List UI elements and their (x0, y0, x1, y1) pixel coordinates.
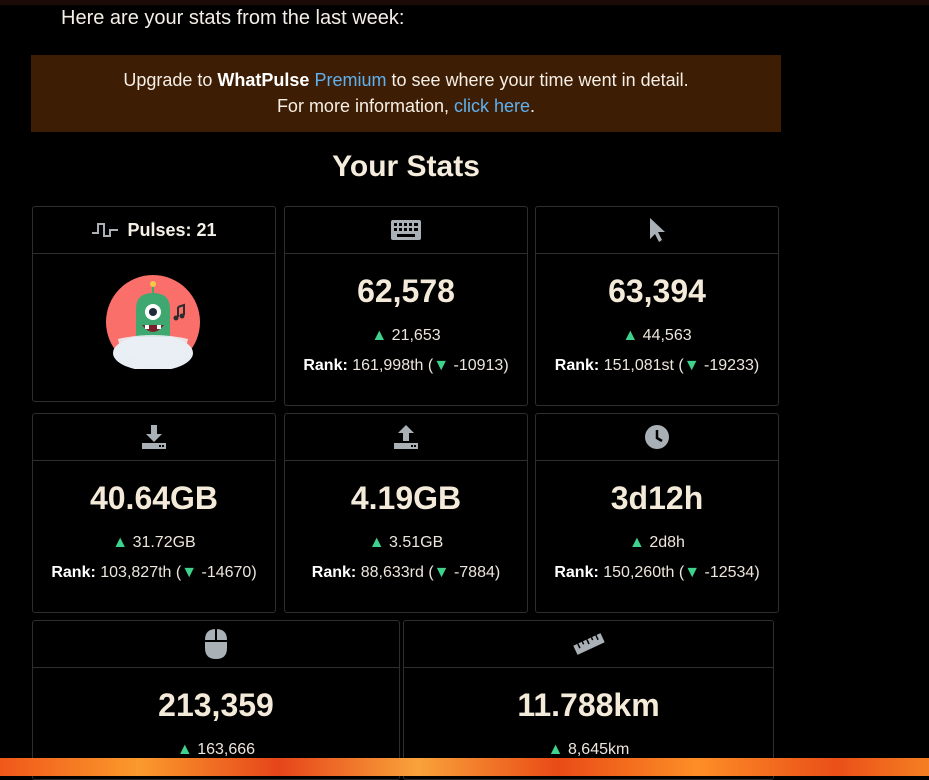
clicks-rank-value: 151,081st ( (603, 357, 684, 374)
upload-icon (394, 425, 418, 449)
upload-card: 4.19GB ▲ 3.51GB Rank: 88,633rd (▼ -7884) (284, 413, 528, 613)
click-here-link[interactable]: click here (454, 96, 530, 116)
banner-line2-suffix: . (530, 96, 536, 116)
avatar (106, 275, 200, 369)
cursor-icon (650, 218, 665, 242)
download-rank: Rank: 103,827th (▼ -14670) (33, 564, 275, 582)
rank-label: Rank: (554, 564, 599, 581)
upload-card-header (285, 414, 527, 461)
upload-delta: ▲ 3.51GB (285, 534, 527, 552)
download-card: 40.64GB ▲ 31.72GB Rank: 103,827th (▼ -14… (32, 413, 276, 613)
distance-value: 11.788km (517, 687, 660, 723)
premium-link[interactable]: Premium (314, 70, 386, 90)
up-arrow-icon: ▲ (622, 327, 639, 344)
clicks-rank: Rank: 151,081st (▼ -19233) (536, 357, 778, 375)
keys-card: 62,578 ▲ 21,653 Rank: 161,998th (▼ -1091… (284, 206, 528, 406)
download-rank-delta: -14670) (201, 564, 257, 581)
down-arrow-icon: ▼ (684, 564, 701, 581)
keys-rank-value: 161,998th ( (352, 357, 434, 374)
fire-footer (0, 758, 929, 776)
clicks-value: 63,394 (608, 273, 706, 309)
keys-value: 62,578 (357, 273, 455, 309)
premium-banner: Upgrade to WhatPulse Premium to see wher… (31, 55, 781, 132)
keys-delta: ▲ 21,653 (285, 327, 527, 345)
distance-delta: ▲ 8,645km (404, 741, 773, 759)
scrolls-value: 213,359 (158, 687, 274, 723)
down-arrow-icon: ▼ (433, 564, 450, 581)
up-arrow-icon: ▲ (112, 534, 129, 551)
clicks-card: 63,394 ▲ 44,563 Rank: 151,081st (▼ -1923… (535, 206, 779, 406)
rank-label: Rank: (51, 564, 96, 581)
clicks-rank-delta: -19233) (704, 357, 760, 374)
scrolls-delta: ▲ 163,666 (33, 741, 399, 759)
download-delta-value: 31.72GB (132, 534, 196, 551)
up-arrow-icon: ▲ (547, 741, 564, 758)
intro-text: Here are your stats from the last week: (61, 7, 405, 29)
top-divider (0, 0, 929, 5)
clicks-delta-value: 44,563 (642, 327, 692, 344)
mouse-icon (205, 629, 227, 659)
upload-rank-value: 88,633rd ( (360, 564, 434, 581)
upload-rank: Rank: 88,633rd (▼ -7884) (285, 564, 527, 582)
uptime-card-header (536, 414, 778, 461)
rank-label: Rank: (311, 564, 357, 581)
upload-rank-delta: -7884) (453, 564, 501, 581)
uptime-delta: ▲ 2d8h (536, 534, 778, 552)
uptime-value: 3d12h (610, 480, 704, 516)
down-arrow-icon: ▼ (433, 357, 450, 374)
distance-card-header (404, 621, 773, 668)
up-arrow-icon: ▲ (368, 534, 385, 551)
pulses-card: Pulses: 21 (32, 206, 276, 402)
uptime-delta-value: 2d8h (649, 534, 685, 551)
scrolls-delta-value: 163,666 (197, 741, 256, 758)
uptime-rank-value: 150,260th ( (603, 564, 685, 581)
down-arrow-icon: ▼ (683, 357, 700, 374)
uptime-card: 3d12h ▲ 2d8h Rank: 150,260th (▼ -12534) (535, 413, 779, 613)
keys-rank-delta: -10913) (453, 357, 509, 374)
banner-line-1: Upgrade to WhatPulse Premium to see wher… (31, 67, 781, 93)
ruler-icon (572, 633, 605, 655)
download-value: 40.64GB (89, 480, 219, 516)
brand-name: WhatPulse (217, 70, 310, 90)
keys-card-header (285, 207, 527, 254)
down-arrow-icon: ▼ (181, 564, 198, 581)
download-card-header (33, 414, 275, 461)
banner-line2-prefix: For more information, (276, 96, 454, 116)
scrolls-card: 213,359 ▲ 163,666 (32, 620, 400, 780)
up-arrow-icon: ▲ (176, 741, 193, 758)
download-icon (142, 425, 166, 449)
up-arrow-icon: ▲ (629, 534, 645, 551)
clicks-delta: ▲ 44,563 (536, 327, 778, 345)
pulses-label: Pulses: 21 (127, 219, 217, 240)
clock-icon (645, 425, 669, 449)
pulse-icon (92, 223, 119, 237)
pulses-card-header: Pulses: 21 (33, 207, 275, 254)
section-title: Your Stats (332, 150, 480, 183)
upload-value: 4.19GB (350, 480, 462, 516)
banner-suffix: to see where your time went in detail. (386, 70, 689, 90)
uptime-rank: Rank: 150,260th (▼ -12534) (536, 564, 778, 582)
distance-card: 11.788km ▲ 8,645km (403, 620, 774, 780)
scrolls-card-header (33, 621, 399, 668)
keys-delta-value: 21,653 (391, 327, 441, 344)
banner-prefix: Upgrade to (123, 70, 218, 90)
keyboard-icon (391, 220, 421, 240)
rank-label: Rank: (554, 357, 600, 374)
download-delta: ▲ 31.72GB (33, 534, 275, 552)
upload-delta-value: 3.51GB (389, 534, 444, 551)
rank-label: Rank: (303, 357, 348, 374)
banner-line-2: For more information, click here. (31, 93, 781, 119)
download-rank-value: 103,827th ( (100, 564, 182, 581)
keys-rank: Rank: 161,998th (▼ -10913) (285, 357, 527, 375)
distance-delta-value: 8,645km (567, 741, 630, 758)
clicks-card-header (536, 207, 778, 254)
up-arrow-icon: ▲ (371, 327, 388, 344)
uptime-rank-delta: -12534) (704, 564, 760, 581)
